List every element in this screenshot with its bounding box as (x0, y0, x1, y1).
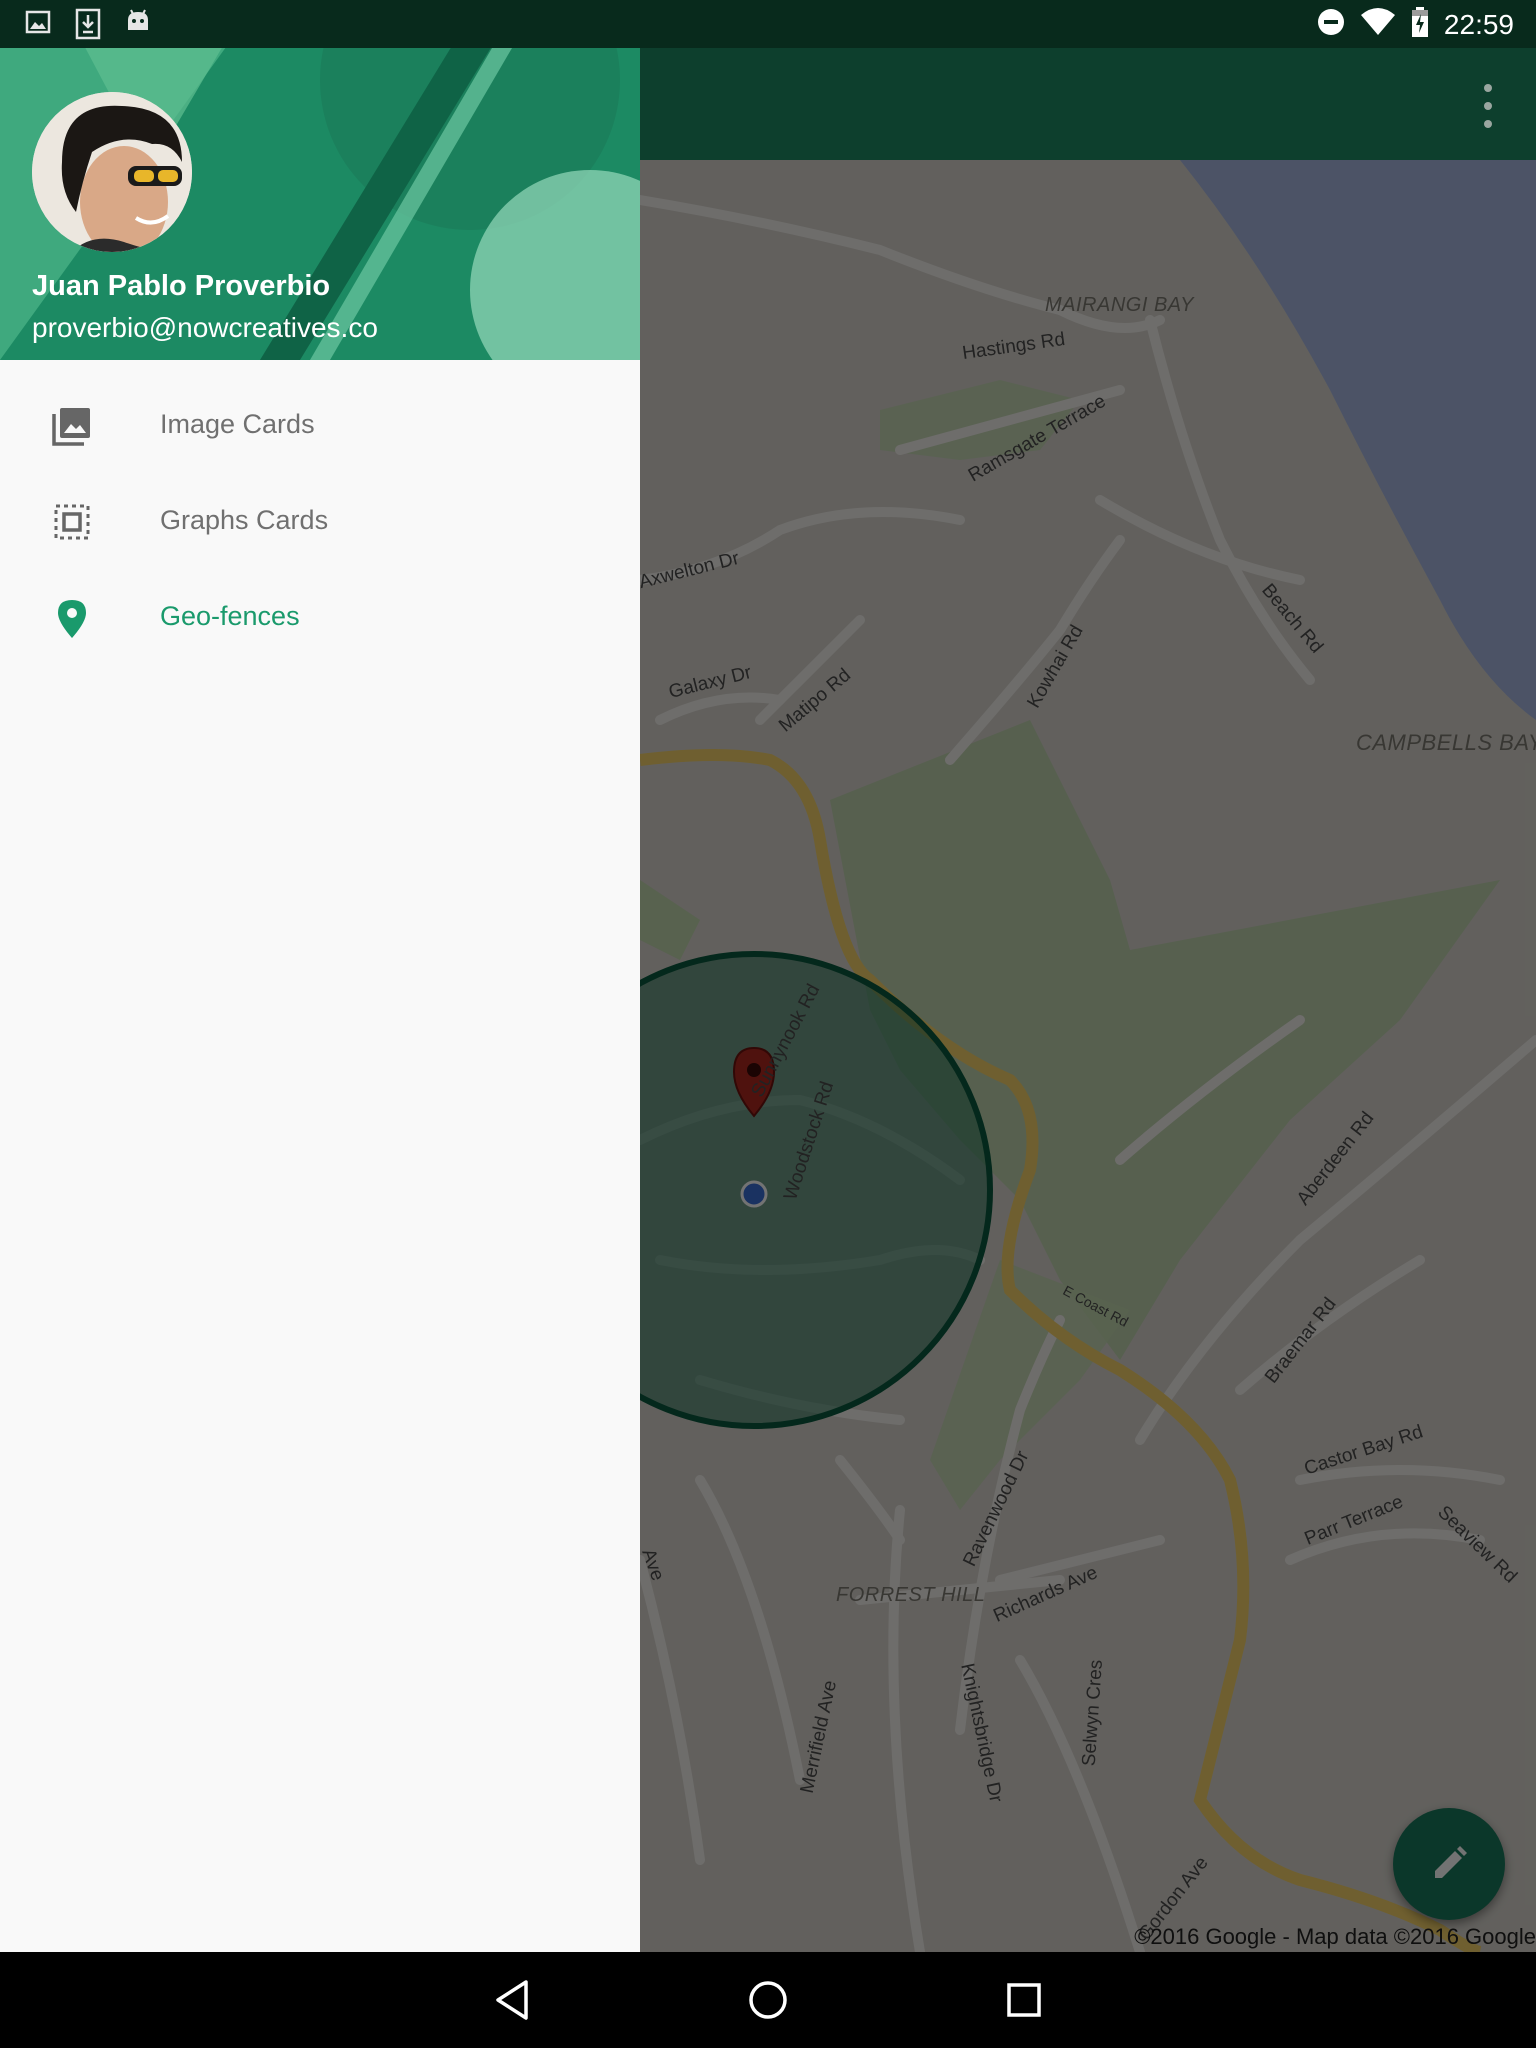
back-icon[interactable] (488, 1976, 536, 2024)
drawer-item-label: Graphs Cards (160, 505, 329, 535)
drawer-header: Juan Pablo Proverbio proverbio@nowcreati… (0, 0, 640, 360)
map-copyright: ©2016 Google - Map data ©2016 Google (1134, 1924, 1536, 1949)
water-area (1180, 160, 1536, 720)
download-icon (74, 8, 102, 45)
drawer-item-graphs-cards[interactable]: Graphs Cards (0, 472, 640, 568)
drawer-item-label: Image Cards (160, 409, 315, 439)
clock: 22:59 (1443, 8, 1514, 40)
status-bar: 22:59 (0, 0, 1536, 48)
navigation-drawer: Juan Pablo Proverbio proverbio@nowcreati… (0, 0, 640, 1952)
drawer-menu: Image Cards Graphs Cards Geo-fences (0, 376, 640, 664)
battery-charging-icon (1410, 6, 1430, 43)
avatar-photo (32, 92, 192, 252)
area-label: FORREST HILL (836, 1584, 986, 1606)
edit-fab-button[interactable] (1393, 1808, 1505, 1920)
home-icon[interactable] (744, 1976, 792, 2024)
system-navigation-bar (0, 1952, 1536, 2048)
area-label: MAIRANGI BAY (1045, 294, 1194, 316)
do-not-disturb-icon (1316, 7, 1346, 42)
place-icon (48, 594, 96, 642)
drawer-item-image-cards[interactable]: Image Cards (0, 376, 640, 472)
user-name: Juan Pablo Proverbio (32, 270, 331, 302)
recents-icon[interactable] (1000, 1976, 1048, 2024)
park-area (640, 880, 700, 960)
current-location-dot (740, 1180, 768, 1208)
select-all-icon (48, 498, 96, 546)
notification-icons (24, 8, 152, 45)
wifi-icon (1360, 7, 1396, 42)
system-status: 22:59 (1316, 6, 1514, 43)
image-icon (24, 8, 52, 45)
user-email: proverbio@nowcreatives.co (32, 312, 378, 343)
android-icon (124, 8, 152, 45)
avatar[interactable] (32, 92, 192, 252)
pencil-icon (1435, 1846, 1467, 1878)
photo-library-icon (48, 402, 96, 450)
area-label: CAMPBELLS BAY (1356, 730, 1536, 755)
drawer-item-geo-fences[interactable]: Geo-fences (0, 568, 640, 664)
drawer-item-label: Geo-fences (160, 601, 300, 631)
more-vert-icon[interactable] (1482, 84, 1494, 128)
